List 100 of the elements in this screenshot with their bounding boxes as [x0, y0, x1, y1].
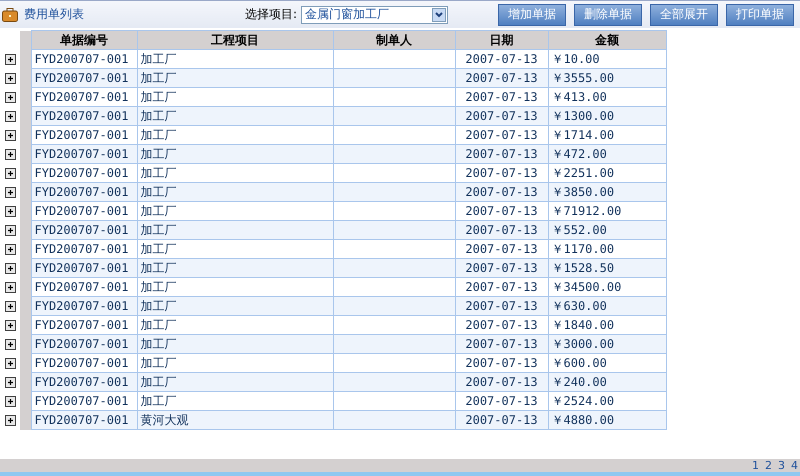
toolbar-button[interactable]: 增加单据: [498, 4, 566, 26]
table-cell: FYD200707-001: [34, 394, 128, 408]
table-cell: FYD200707-001: [34, 261, 128, 275]
page-link[interactable]: 2: [765, 459, 772, 472]
table-cell: FYD200707-001: [34, 185, 128, 199]
table-cell: 加工厂: [140, 128, 176, 142]
table-cell: 2007-07-13: [465, 90, 538, 104]
table-cell: 加工厂: [140, 356, 176, 370]
table-cell: FYD200707-001: [34, 413, 128, 427]
table-cell: 加工厂: [140, 166, 176, 180]
expand-icon[interactable]: [4, 282, 16, 292]
expand-icon[interactable]: [4, 130, 16, 140]
table-cell: 2007-07-13: [465, 318, 538, 332]
table-cell: FYD200707-001: [34, 90, 128, 104]
table-cell: 加工厂: [140, 184, 176, 198]
expand-icon[interactable]: [4, 92, 16, 102]
expand-icon[interactable]: [4, 338, 16, 350]
expand-icon[interactable]: [4, 300, 16, 312]
table-cell: 加工厂: [140, 394, 176, 408]
dropdown-icon[interactable]: [432, 8, 446, 22]
table-cell: 2007-07-13: [465, 52, 538, 66]
column-header: 金额: [548, 30, 666, 50]
table-cell: 2007-07-13: [465, 204, 538, 218]
expand-icon[interactable]: [4, 320, 16, 330]
table-cell: ￥552.00: [552, 222, 607, 236]
table-cell: ￥413.00: [552, 90, 607, 104]
table-cell: ￥630.00: [552, 298, 607, 312]
table-cell: ￥10.00: [552, 52, 600, 66]
table-cell: FYD200707-001: [34, 204, 128, 218]
table-cell: 2007-07-13: [465, 109, 538, 123]
table-cell: ￥1714.00: [552, 128, 614, 142]
table-cell: 2007-07-13: [465, 261, 538, 275]
table-cell: 加工厂: [140, 336, 176, 350]
table-cell: ￥1300.00: [552, 108, 614, 122]
page-link[interactable]: 4: [791, 459, 798, 472]
table-cell: ￥3000.00: [552, 336, 614, 350]
table-cell: ￥4880.00: [552, 412, 614, 426]
page-link[interactable]: 3: [778, 459, 785, 472]
table-cell: 黄河大观: [140, 412, 188, 426]
table-cell: 2007-07-13: [465, 242, 538, 256]
table-cell: 2007-07-13: [465, 413, 538, 427]
expand-icon[interactable]: [4, 186, 16, 198]
project-label: 选择项目:: [244, 6, 297, 23]
table-cell: 2007-07-13: [465, 394, 538, 408]
column-header: 日期: [455, 30, 548, 50]
table-cell: ￥2251.00: [552, 166, 614, 180]
table-cell: ￥472.00: [552, 146, 607, 160]
toolbar-button[interactable]: 删除单据: [574, 4, 642, 26]
table-cell: 2007-07-13: [465, 280, 538, 294]
expand-icon[interactable]: [4, 414, 16, 426]
table-cell: 2007-07-13: [465, 185, 538, 199]
expand-icon[interactable]: [4, 358, 16, 368]
expand-icon[interactable]: [4, 168, 16, 178]
expand-icon[interactable]: [4, 110, 16, 122]
table-cell: 2007-07-13: [465, 299, 538, 313]
table-cell: 加工厂: [140, 108, 176, 122]
table-cell: FYD200707-001: [34, 318, 128, 332]
project-select[interactable]: 金属门窗加工厂: [301, 6, 448, 24]
table-cell: FYD200707-001: [34, 299, 128, 313]
table-cell: 加工厂: [140, 280, 176, 294]
column-header: 工程项目: [137, 30, 333, 50]
table-cell: FYD200707-001: [34, 166, 128, 180]
table-cell: 2007-07-13: [465, 375, 538, 389]
table-cell: FYD200707-001: [34, 52, 128, 66]
table-cell: ￥2524.00: [552, 394, 614, 408]
expand-icon[interactable]: [4, 206, 16, 216]
table-cell: 2007-07-13: [465, 128, 538, 142]
table-cell: 2007-07-13: [465, 147, 538, 161]
table-cell: 2007-07-13: [465, 71, 538, 85]
table-cell: 加工厂: [140, 146, 176, 160]
table-cell: FYD200707-001: [34, 242, 128, 256]
table-cell: 加工厂: [140, 70, 176, 84]
expand-icon[interactable]: [4, 396, 16, 406]
expand-icon[interactable]: [4, 262, 16, 274]
table-cell: 加工厂: [140, 204, 176, 218]
table-cell: FYD200707-001: [34, 128, 128, 142]
page-link[interactable]: 1: [752, 459, 759, 472]
table-cell: ￥240.00: [552, 374, 607, 388]
table-cell: 2007-07-13: [465, 356, 538, 370]
table-cell: 2007-07-13: [465, 337, 538, 351]
expand-icon[interactable]: [4, 376, 16, 388]
table-cell: ￥3555.00: [552, 70, 614, 84]
table-cell: FYD200707-001: [34, 147, 128, 161]
table-cell: 加工厂: [140, 374, 176, 388]
expand-icon[interactable]: [4, 244, 16, 254]
table-cell: 加工厂: [140, 260, 176, 274]
table-cell: 加工厂: [140, 90, 176, 104]
table-cell: FYD200707-001: [34, 71, 128, 85]
expand-icon[interactable]: [4, 54, 16, 64]
table-cell: FYD200707-001: [34, 337, 128, 351]
toolbar-button[interactable]: 打印单据: [726, 4, 794, 26]
briefcase-icon: [2, 8, 18, 22]
expand-icon[interactable]: [4, 224, 16, 236]
table-cell: FYD200707-001: [34, 356, 128, 370]
toolbar-button[interactable]: 全部展开: [650, 4, 718, 26]
expand-icon[interactable]: [4, 72, 16, 84]
expand-icon[interactable]: [4, 148, 16, 160]
table-cell: FYD200707-001: [34, 375, 128, 389]
table-cell: ￥71912.00: [552, 204, 622, 218]
page-title: 费用单列表: [24, 6, 84, 23]
